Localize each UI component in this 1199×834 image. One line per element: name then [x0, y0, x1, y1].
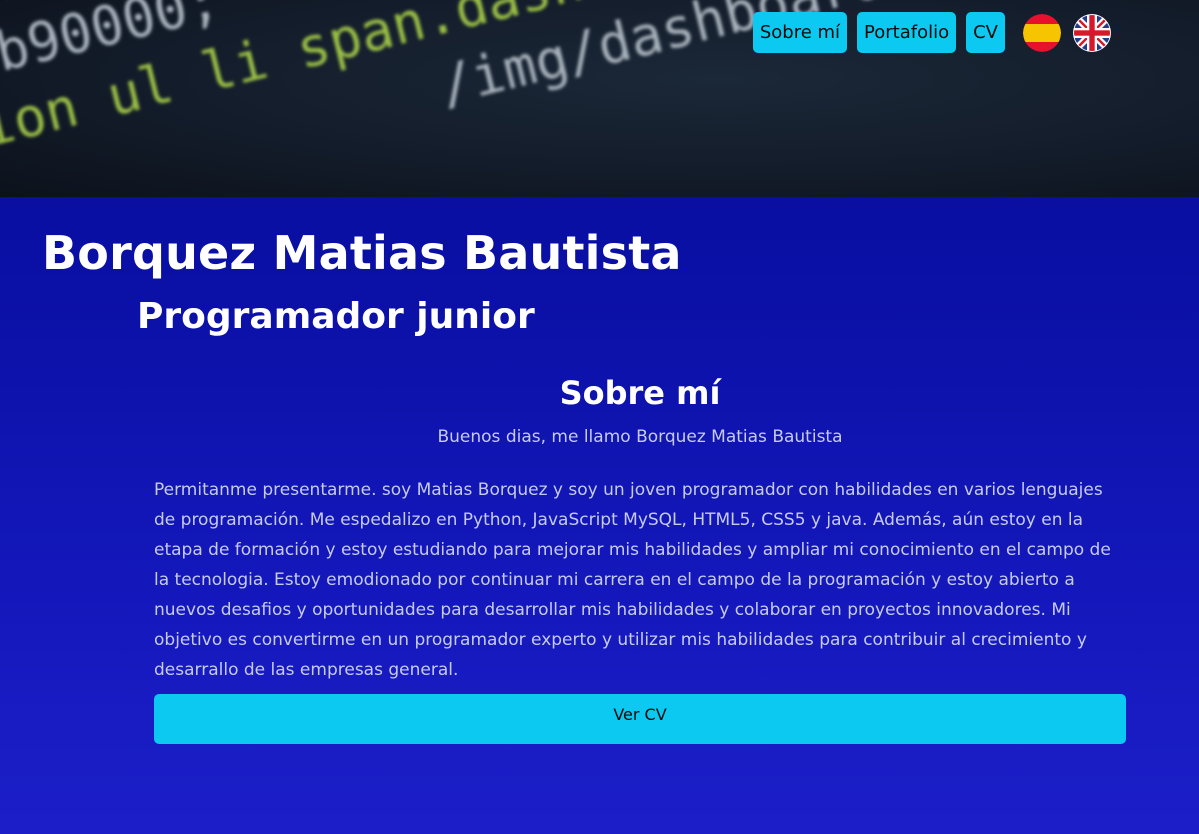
nav-portafolio-button[interactable]: Portafolio: [857, 12, 957, 53]
spain-flag-icon[interactable]: [1023, 13, 1061, 52]
nav-sobre-mi-button[interactable]: Sobre mí: [752, 12, 848, 53]
uk-flag-icon[interactable]: [1073, 13, 1111, 52]
about-greeting: Buenos dias, me llamo Borquez Matias Bau…: [437, 427, 843, 447]
nav-cv-button[interactable]: CV: [966, 12, 1005, 53]
view-cv-button[interactable]: Ver CV: [154, 694, 1126, 744]
profile-role: Programador junior: [137, 296, 535, 337]
about-bio: Permitanme presentarme. soy Matias Borqu…: [154, 480, 1111, 680]
about-section: Sobre mí Buenos dias, me llamo Borquez M…: [154, 370, 1126, 744]
about-title: Sobre mí: [559, 374, 721, 412]
profile-name: Borquez Matias Bautista: [42, 226, 682, 280]
top-navigation: Sobre mí Portafolio CV: [752, 12, 1111, 53]
